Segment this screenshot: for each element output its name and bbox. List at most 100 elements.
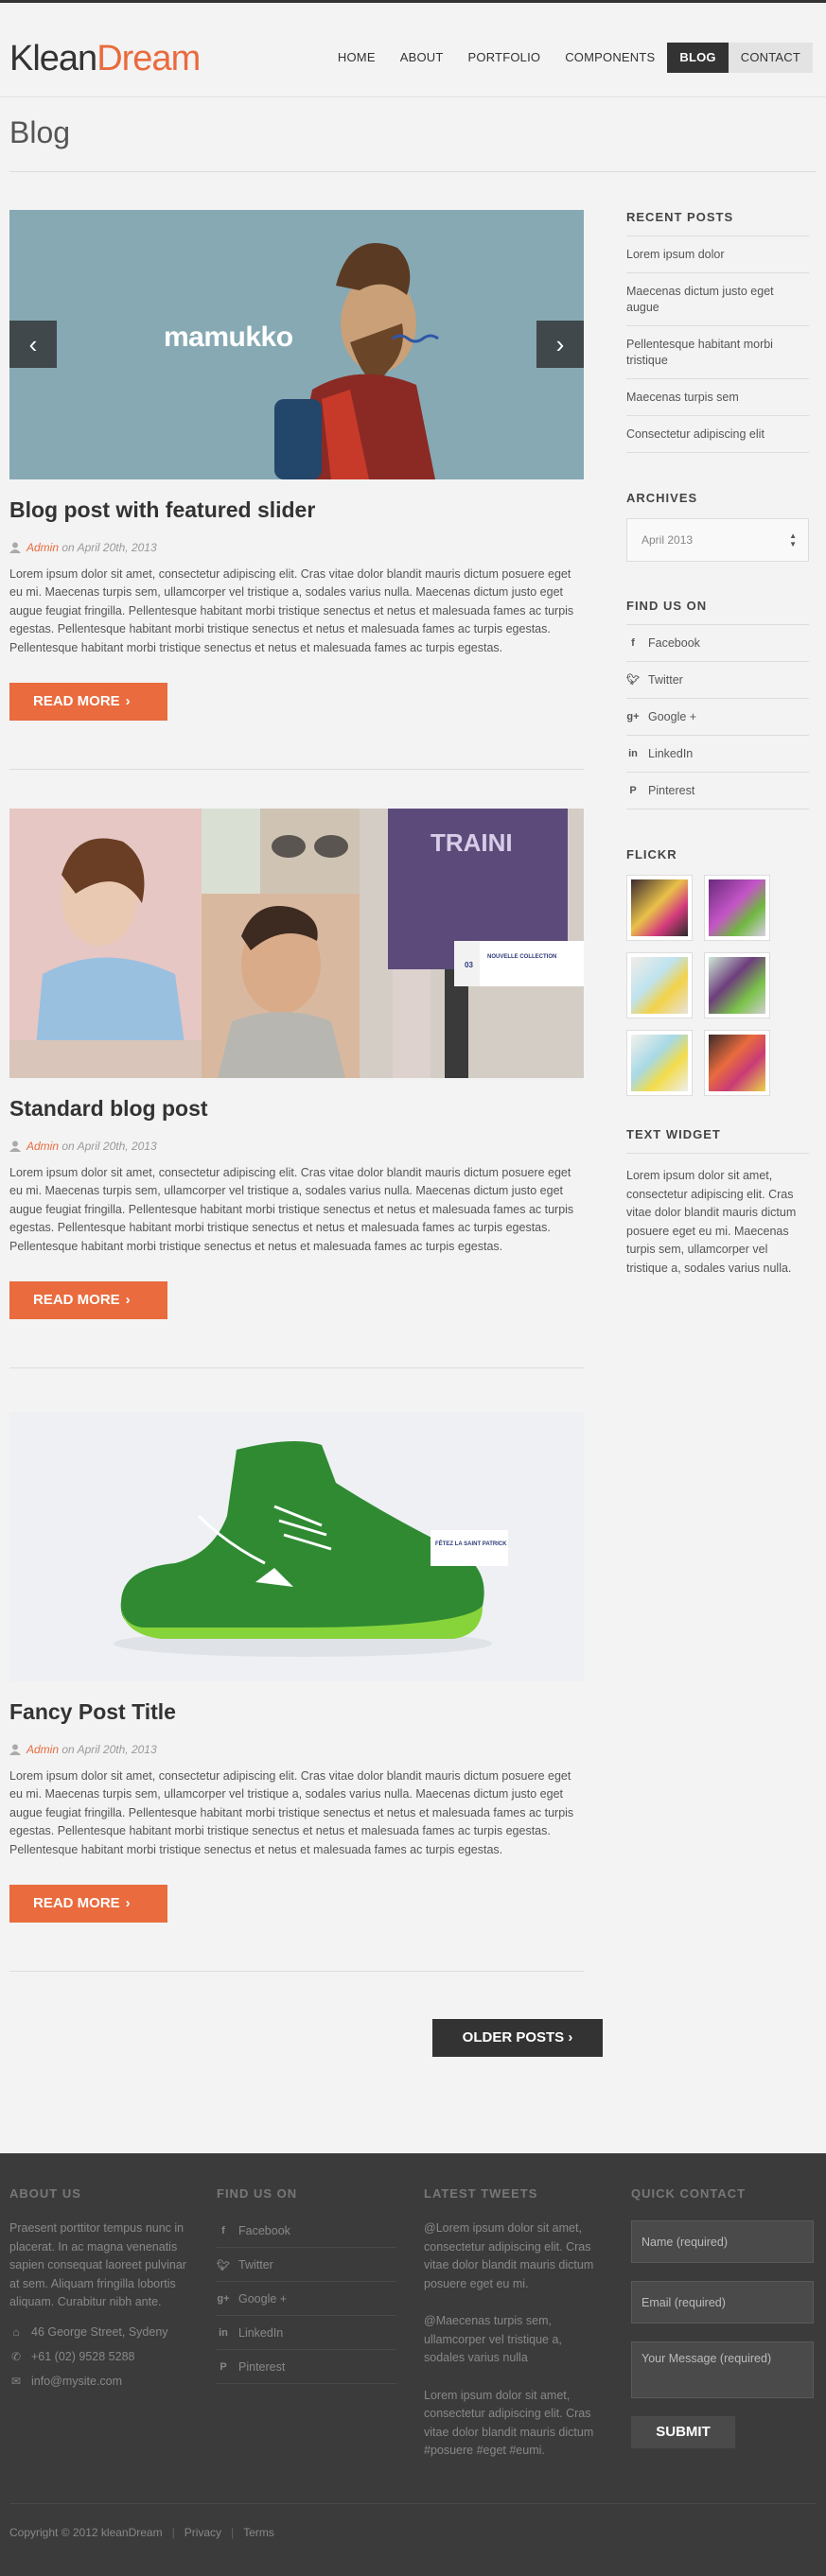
read-more-label: READ MORE xyxy=(33,1895,120,1911)
nav-portfolio[interactable]: PORTFOLIO xyxy=(456,43,554,73)
page-title: Blog xyxy=(9,115,71,149)
social-label: LinkedIn xyxy=(648,747,694,760)
flickr-title: FLICKR xyxy=(626,847,677,862)
read-more-button[interactable]: READ MORE › xyxy=(9,1281,167,1319)
post-meta: Admin on April 20th, 2013 xyxy=(9,1140,157,1153)
read-more-button[interactable]: READ MORE › xyxy=(9,683,167,721)
caption-number: 03 xyxy=(465,961,473,969)
find-us-title: FIND US ON xyxy=(626,599,708,613)
footer-about: ABOUT US Praesent porttitor tempus nunc … xyxy=(9,2186,189,2388)
user-icon xyxy=(9,1744,21,1755)
slide-image xyxy=(9,210,584,479)
flickr-thumbnail[interactable] xyxy=(627,953,692,1018)
footer-phone: ✆ +61 (02) 9528 5288 xyxy=(9,2350,189,2363)
user-icon xyxy=(9,542,21,553)
nav-about[interactable]: ABOUT xyxy=(388,43,456,73)
svg-text:TRAINI: TRAINI xyxy=(431,828,513,857)
post-excerpt: Lorem ipsum dolor sit amet, consectetur … xyxy=(9,567,574,654)
pinterest-icon: P xyxy=(629,785,637,796)
recent-post-link[interactable]: Consectetur adipiscing elit xyxy=(626,416,809,453)
post-image[interactable]: FÊTEZ LA SAINT PATRICK xyxy=(9,1412,584,1681)
logo[interactable]: KleanDream xyxy=(9,37,201,80)
select-arrows-icon: ▲ ▼ xyxy=(789,531,797,548)
address-text: 46 George Street, Sydeny xyxy=(31,2324,168,2339)
social-pinterest[interactable]: P Pinterest xyxy=(626,773,809,809)
site-footer: ABOUT US Praesent porttitor tempus nunc … xyxy=(0,2153,826,2576)
social-label: Google + xyxy=(648,710,697,723)
email-field[interactable] xyxy=(631,2281,814,2324)
footer-social-facebook[interactable]: f Facebook xyxy=(217,2214,396,2248)
logo-part-2: Dream xyxy=(97,39,201,78)
post-author[interactable]: Admin xyxy=(26,1743,59,1756)
slider-next-button[interactable]: › xyxy=(536,321,584,368)
flickr-thumbnail[interactable] xyxy=(705,876,769,940)
social-twitter[interactable]: 🐦︎ Twitter xyxy=(626,662,809,699)
read-more-button[interactable]: READ MORE › xyxy=(9,1885,167,1923)
nav-home[interactable]: HOME xyxy=(325,43,388,73)
main-nav: HOME ABOUT PORTFOLIO COMPONENTS BLOG CON… xyxy=(325,43,813,73)
flickr-thumbnail[interactable] xyxy=(627,876,692,940)
post-title[interactable]: Fancy Post Title xyxy=(9,1699,176,1725)
submit-button[interactable]: SUBMIT xyxy=(631,2416,735,2448)
blog-post: mamukko ‹ › Blog post with featured slid… xyxy=(9,210,584,777)
phone-icon: ✆ xyxy=(10,2349,22,2363)
recent-post-link[interactable]: Lorem ipsum dolor xyxy=(626,236,809,273)
social-label: Pinterest xyxy=(648,784,695,797)
social-googleplus[interactable]: g+ Google + xyxy=(626,699,809,736)
social-linkedin[interactable]: in LinkedIn xyxy=(626,736,809,773)
footer-address: ⌂ 46 George Street, Sydeny xyxy=(9,2325,189,2339)
footer-about-title: ABOUT US xyxy=(9,2186,81,2201)
message-field[interactable] xyxy=(631,2341,814,2398)
facebook-icon: f xyxy=(631,637,635,649)
flickr-thumbnail[interactable] xyxy=(705,1031,769,1095)
chevron-right-icon: › xyxy=(125,1292,131,1308)
footer-find-title: FIND US ON xyxy=(217,2186,298,2201)
recent-post-link[interactable]: Maecenas turpis sem xyxy=(626,379,809,416)
slider-prev-button[interactable]: ‹ xyxy=(9,321,57,368)
flickr-grid xyxy=(626,876,809,1095)
social-label: Facebook xyxy=(648,636,700,650)
user-icon xyxy=(9,1140,21,1152)
google-plus-icon: g+ xyxy=(217,2293,230,2305)
flickr-thumbnail[interactable] xyxy=(705,953,769,1018)
post-date: on April 20th, 2013 xyxy=(62,1743,157,1756)
post-image[interactable]: TRAINI 03 NOUVELLE COLLECTION xyxy=(9,809,584,1078)
social-label: Facebook xyxy=(238,2224,290,2237)
flickr-thumbnail[interactable] xyxy=(627,1031,692,1095)
post-date: on April 20th, 2013 xyxy=(62,541,157,554)
mail-icon: ✉ xyxy=(10,2374,22,2388)
post-author[interactable]: Admin xyxy=(26,1140,59,1153)
blog-post: FÊTEZ LA SAINT PATRICK Fancy Post Title … xyxy=(9,1412,584,1979)
post-title[interactable]: Blog post with featured slider xyxy=(9,497,315,523)
collage-image: TRAINI 03 NOUVELLE COLLECTION xyxy=(9,809,584,1078)
recent-post-link[interactable]: Maecenas dictum justo eget augue xyxy=(626,273,809,326)
name-field[interactable] xyxy=(631,2220,814,2263)
social-facebook[interactable]: f Facebook xyxy=(626,625,809,662)
terms-link[interactable]: Terms xyxy=(243,2526,274,2539)
older-posts-label: OLDER POSTS xyxy=(462,2029,565,2045)
email-text: info@mysite.com xyxy=(31,2374,123,2388)
archives-select[interactable]: April 2013 ▲ ▼ xyxy=(626,518,809,562)
older-posts-button[interactable]: OLDER POSTS › xyxy=(432,2019,603,2057)
post-author[interactable]: Admin xyxy=(26,541,59,554)
social-label: LinkedIn xyxy=(238,2326,284,2340)
archives-title: ARCHIVES xyxy=(626,491,698,505)
divider xyxy=(9,171,817,172)
twitter-icon: 🐦︎ xyxy=(217,2259,230,2271)
nav-components[interactable]: COMPONENTS xyxy=(553,43,667,73)
recent-post-link[interactable]: Pellentesque habitant morbi tristique xyxy=(626,326,809,379)
caption-title: NOUVELLE COLLECTION xyxy=(487,954,556,960)
post-title[interactable]: Standard blog post xyxy=(9,1096,208,1122)
privacy-link[interactable]: Privacy xyxy=(185,2526,221,2539)
nav-blog[interactable]: BLOG xyxy=(667,43,729,73)
featured-slider[interactable]: mamukko ‹ › xyxy=(9,210,584,479)
logo-part-1: Klean xyxy=(9,39,97,78)
footer-social-linkedin[interactable]: in LinkedIn xyxy=(217,2316,396,2350)
recent-posts-list: Lorem ipsum dolor Maecenas dictum justo … xyxy=(626,235,809,453)
footer-tweets: LATEST TWEETS @Lorem ipsum dolor sit ame… xyxy=(424,2186,604,2461)
footer-social-pinterest[interactable]: P Pinterest xyxy=(217,2350,396,2384)
footer-email[interactable]: ✉ info@mysite.com xyxy=(9,2375,189,2388)
nav-contact[interactable]: CONTACT xyxy=(728,43,813,73)
footer-social-twitter[interactable]: 🐦︎ Twitter xyxy=(217,2248,396,2282)
footer-social-googleplus[interactable]: g+ Google + xyxy=(217,2282,396,2316)
